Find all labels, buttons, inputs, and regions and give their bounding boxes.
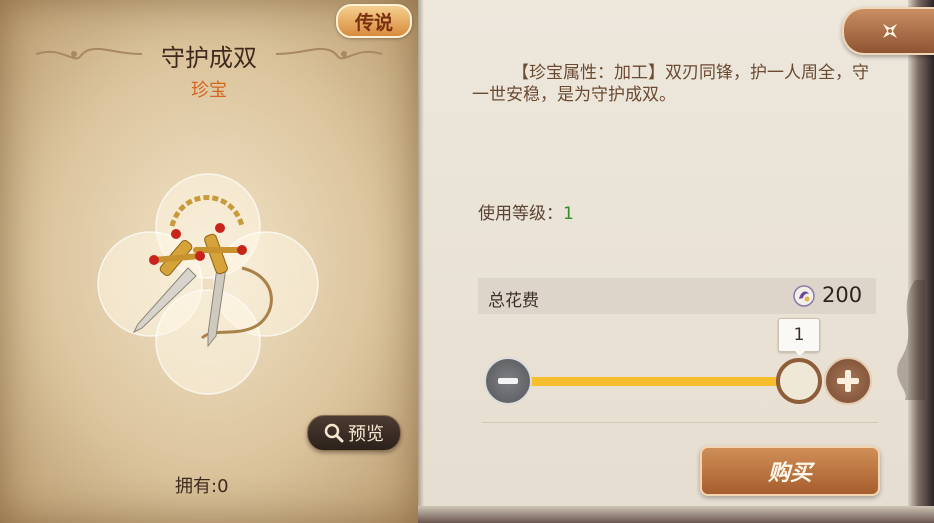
section-divider — [482, 422, 878, 423]
required-level: 使用等级：1 — [478, 199, 574, 224]
rarity-badge: 传说 — [336, 4, 412, 38]
item-description: 【珍宝属性：加工】双刃同锋，护一人周全，守一世安稳，是为守护成双。 — [472, 63, 869, 105]
total-cost-bar: 总花费 200 — [478, 278, 876, 314]
gem-coin-icon — [793, 285, 815, 307]
close-button[interactable] — [842, 7, 934, 55]
item-type: 珍宝 — [191, 80, 227, 101]
panel-divider-shadow — [418, 0, 424, 510]
twin-daggers-artwork — [97, 173, 319, 395]
item-showcase-panel: 传说 守护成双 珍宝 预览 拥有:0 — [0, 0, 418, 523]
preview-button[interactable]: 预览 — [307, 415, 401, 451]
level-label: 使用等级： — [478, 204, 563, 224]
increase-quantity-button[interactable] — [824, 357, 872, 405]
item-detail-dialog: 传说 守护成双 珍宝 预览 拥有:0 【珍宝属性：加工】双刃同锋，护一人周全，守… — [0, 0, 934, 523]
owned-count: 拥有:0 — [175, 476, 229, 497]
item-name: 守护成双 — [161, 44, 257, 72]
search-icon — [324, 423, 344, 443]
quantity-tooltip: 1 — [778, 318, 820, 356]
quantity-slider-handle[interactable] — [776, 358, 822, 404]
buy-button[interactable]: 购买 — [700, 446, 880, 496]
right-edge-decoration — [908, 0, 934, 523]
plus-icon — [837, 370, 859, 392]
total-cost-label: 总花费 — [488, 291, 539, 311]
quantity-slider-track[interactable] — [522, 377, 792, 386]
bottom-edge-decoration — [418, 506, 934, 523]
decrease-quantity-button[interactable] — [484, 357, 532, 405]
close-shuriken-icon — [882, 23, 898, 39]
total-cost-value: 200 — [822, 283, 863, 307]
preview-label: 预览 — [348, 424, 384, 445]
minus-icon — [498, 378, 518, 384]
level-value: 1 — [563, 204, 574, 224]
